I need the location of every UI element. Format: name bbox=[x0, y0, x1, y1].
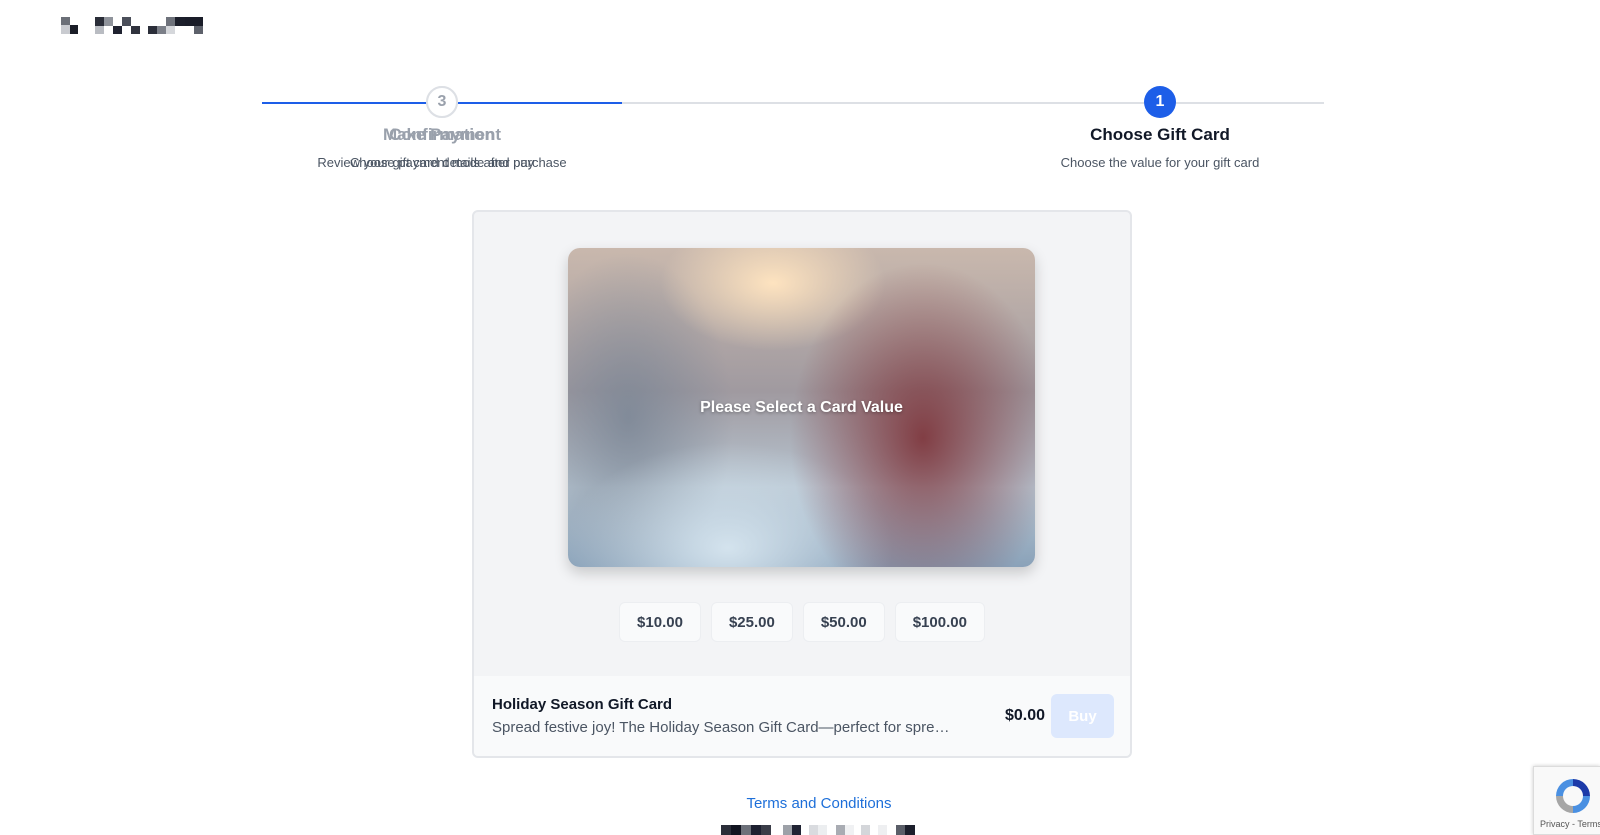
total-price: $0.00 bbox=[1004, 707, 1045, 724]
brand-logo[interactable] bbox=[61, 17, 203, 34]
recaptcha-privacy-terms[interactable]: Privacy - Terms bbox=[1540, 819, 1600, 829]
step-confirmation: 3 Confirmation Review your gift card det… bbox=[262, 86, 622, 170]
step-choose-gift-card[interactable]: 1 Choose Gift Card Choose the value for … bbox=[980, 86, 1340, 170]
purchase-bar: Holiday Season Gift Card Spread festive … bbox=[474, 676, 1130, 756]
step-3-title: Confirmation bbox=[389, 125, 495, 144]
gift-card-preview-image: Please Select a Card Value bbox=[568, 248, 1035, 567]
card-value-options: $10.00 $25.00 $50.00 $100.00 bbox=[474, 602, 1130, 642]
card-value-prompt: Please Select a Card Value bbox=[700, 398, 903, 416]
recaptcha-badge[interactable]: Privacy - Terms bbox=[1533, 766, 1600, 835]
terms-and-conditions-link[interactable]: Terms and Conditions bbox=[0, 795, 1600, 812]
product-name: Holiday Season Gift Card bbox=[492, 696, 673, 713]
value-button-100[interactable]: $100.00 bbox=[894, 602, 985, 642]
checkout-stepper: 1 Choose Gift Card Choose the value for … bbox=[262, 86, 1324, 176]
buy-button[interactable]: Buy bbox=[1051, 694, 1114, 738]
value-button-25[interactable]: $25.00 bbox=[710, 602, 793, 642]
step-1-number: 1 bbox=[1144, 86, 1176, 118]
step-3-number: 3 bbox=[426, 86, 458, 118]
footer-logo bbox=[721, 825, 916, 835]
gift-card-panel: Please Select a Card Value $10.00 $25.00… bbox=[472, 210, 1132, 758]
recaptcha-icon bbox=[1556, 779, 1590, 813]
product-description: Spread festive joy! The Holiday Season G… bbox=[492, 719, 952, 736]
value-button-10[interactable]: $10.00 bbox=[619, 602, 701, 642]
value-button-50[interactable]: $50.00 bbox=[802, 602, 885, 642]
step-1-description: Choose the value for your gift card bbox=[1060, 155, 1260, 170]
product-info: Holiday Season Gift Card Spread festive … bbox=[492, 696, 1005, 736]
step-1-title: Choose Gift Card bbox=[1090, 125, 1230, 144]
step-3-description: Review your gift card details after purc… bbox=[317, 155, 567, 170]
